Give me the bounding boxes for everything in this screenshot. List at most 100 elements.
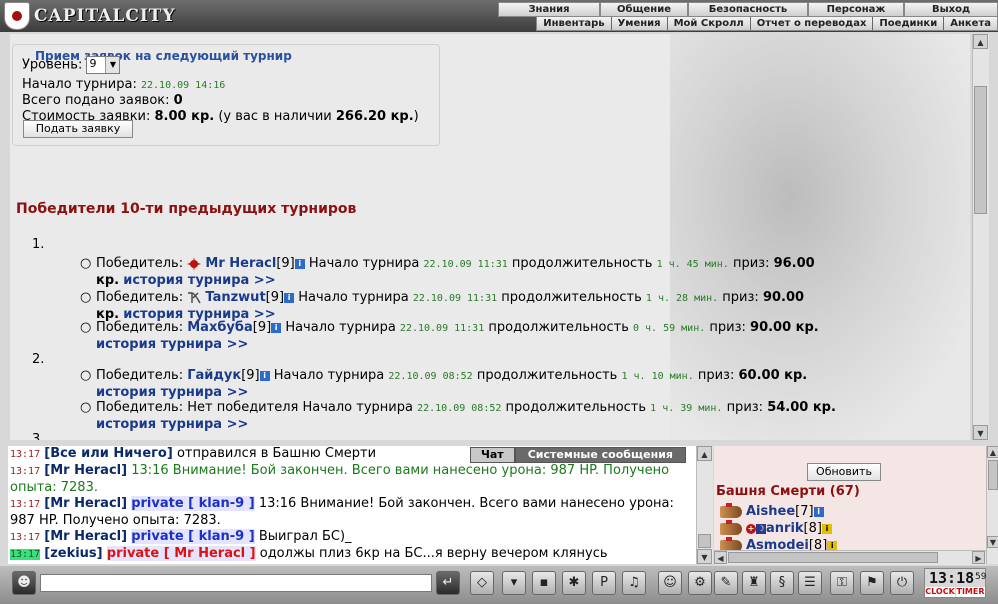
scroll-up-icon[interactable]: ▲: [697, 446, 712, 461]
scroll-icon[interactable]: §: [770, 571, 794, 595]
save-icon[interactable]: ▪: [532, 571, 556, 595]
potion-icon[interactable]: ♜: [742, 571, 766, 595]
scroll-up-icon[interactable]: ▲: [987, 446, 998, 458]
main-content: Прием заявок на следующий турнир Уровень…: [10, 34, 970, 440]
tab-system-messages[interactable]: Системные сообщения: [514, 447, 686, 463]
duration: 1 ч. 28 мин.: [645, 293, 719, 304]
head-icon[interactable]: ☻: [12, 571, 36, 595]
chat-private-tag[interactable]: private [ klan-9 ]: [131, 529, 255, 544]
start-label: Начало турнира: [308, 256, 420, 271]
winner-label: Победитель:: [96, 320, 184, 335]
history-link[interactable]: история турнира >>: [123, 273, 275, 288]
scroll-left-icon[interactable]: ◀: [714, 551, 727, 564]
translit-icon[interactable]: P: [592, 571, 616, 595]
flag-icon[interactable]: ⚑: [860, 571, 884, 595]
dance-icon[interactable]: ✱: [562, 571, 586, 595]
lock-icon[interactable]: ⚿: [830, 571, 854, 595]
info-icon[interactable]: i: [813, 506, 824, 517]
user-name[interactable]: anrik: [766, 521, 804, 536]
scroll-down-icon[interactable]: ▼: [987, 536, 998, 548]
tab-chat[interactable]: Чат: [470, 447, 515, 463]
menu-my-scroll[interactable]: Мой Скролл: [666, 17, 750, 30]
send-icon[interactable]: ↵: [436, 571, 460, 595]
chat-scrollbar[interactable]: ▲ ▼: [696, 446, 713, 564]
private-hand-icon[interactable]: [720, 502, 742, 518]
winner-name[interactable]: Tanzwut: [205, 290, 265, 305]
smile-icon[interactable]: ☺: [658, 571, 682, 595]
info-icon[interactable]: i: [271, 322, 282, 333]
clock-label[interactable]: CLOCK: [925, 587, 955, 597]
online-hscrollbar[interactable]: ◀ ▶: [714, 550, 986, 565]
winner-level: [9]: [276, 256, 295, 271]
scroll-down-icon[interactable]: ▼: [973, 425, 988, 440]
info-icon[interactable]: i: [294, 258, 305, 269]
scroll-thumb[interactable]: [988, 460, 998, 490]
winner-name[interactable]: Махбуба: [187, 320, 253, 335]
chat-nick[interactable]: [zekius]: [44, 546, 102, 561]
user-name[interactable]: Aishee: [746, 504, 795, 519]
filter-icon[interactable]: ▾: [502, 571, 526, 595]
menu-profile[interactable]: Анкета: [943, 17, 997, 30]
history-link[interactable]: история турнира >>: [96, 337, 248, 352]
group-number: 1.: [32, 237, 45, 252]
chat-input[interactable]: [40, 574, 432, 592]
private-hand-icon[interactable]: [720, 519, 742, 535]
balance-suffix: ): [413, 109, 419, 124]
chat-time: 13:17: [10, 449, 41, 460]
chat-private-tag[interactable]: private [ Mr Heracl ]: [106, 546, 256, 561]
total-value: 0: [173, 93, 183, 108]
chat-text: отправился в Башню Смерти: [176, 446, 377, 461]
menu-duels[interactable]: Поединки: [872, 17, 943, 30]
menu-skills[interactable]: Умения: [610, 17, 667, 30]
menu-security[interactable]: Безопасность: [688, 2, 808, 17]
scroll-down-icon[interactable]: ▼: [697, 549, 712, 564]
chat-nick[interactable]: [Mr Heracl]: [44, 463, 127, 478]
settings-icon[interactable]: ⚙: [688, 571, 712, 595]
info-icon[interactable]: i: [827, 540, 838, 551]
clock-seconds: 59: [975, 572, 987, 582]
feather-icon[interactable]: ✎: [714, 571, 738, 595]
history-link[interactable]: история турнира >>: [96, 385, 248, 400]
menu-knowledge[interactable]: Знания: [498, 2, 600, 17]
group-icon[interactable]: ☰: [798, 571, 822, 595]
info-icon[interactable]: i: [284, 292, 295, 303]
bullet-icon: ○: [80, 368, 92, 383]
location-title: Башня Смерти (67): [716, 484, 860, 499]
chat-nick[interactable]: [Mr Heracl]: [44, 529, 127, 544]
level-select[interactable]: 9 ▼: [86, 56, 121, 74]
info-icon[interactable]: i: [259, 370, 270, 381]
exit-icon[interactable]: ⏻: [890, 571, 914, 595]
menu-character[interactable]: Персонаж: [808, 2, 904, 17]
menu-exit[interactable]: Выход: [904, 2, 998, 17]
winner-level: [9]: [252, 320, 272, 335]
scroll-up-icon[interactable]: ▲: [973, 34, 988, 49]
menu-transfer-report[interactable]: Отчет о переводах: [749, 17, 873, 30]
prize-unit: кр.: [96, 273, 120, 288]
duration-label: продолжительность: [501, 290, 642, 305]
scroll-thumb[interactable]: [698, 534, 711, 548]
scroll-thumb[interactable]: [974, 86, 987, 214]
winner-name[interactable]: Mr Heracl: [205, 256, 276, 271]
chat-log[interactable]: 13:17 [Все или Ничего] отправился в Башн…: [8, 446, 696, 564]
online-scrollbar[interactable]: ▲ ▼: [986, 446, 998, 564]
menu-inventory[interactable]: Инвентарь: [537, 17, 610, 30]
timer-label[interactable]: TIMER: [956, 587, 985, 597]
chat-nick[interactable]: [Mr Heracl]: [44, 496, 127, 511]
eraser-icon[interactable]: ◇: [470, 571, 494, 595]
duration: 0 ч. 59 мин.: [633, 323, 706, 334]
scroll-right-icon[interactable]: ▶: [972, 551, 985, 564]
refresh-button[interactable]: Обновить: [807, 463, 881, 481]
music-icon[interactable]: ♫: [622, 571, 646, 595]
chat-private-tag[interactable]: private [ klan-9 ]: [131, 496, 255, 511]
main-scrollbar[interactable]: ▲ ▼: [972, 34, 989, 440]
chat-nick[interactable]: [Все или Ничего]: [44, 446, 173, 461]
start-time: 22.10.09 11:31: [399, 323, 485, 334]
chevron-down-icon: ▼: [105, 57, 120, 73]
scroll-thumb[interactable]: [728, 552, 938, 563]
winner-name[interactable]: Гайдук: [187, 368, 241, 383]
menu-communication[interactable]: Общение: [600, 2, 688, 17]
chat-line: 13:17 [Mr Heracl] 13:16 Внимание! Бой за…: [8, 463, 696, 496]
info-icon[interactable]: i: [821, 523, 832, 534]
history-link[interactable]: история турнира >>: [96, 417, 248, 432]
submit-application-button[interactable]: Подать заявку: [23, 120, 133, 138]
